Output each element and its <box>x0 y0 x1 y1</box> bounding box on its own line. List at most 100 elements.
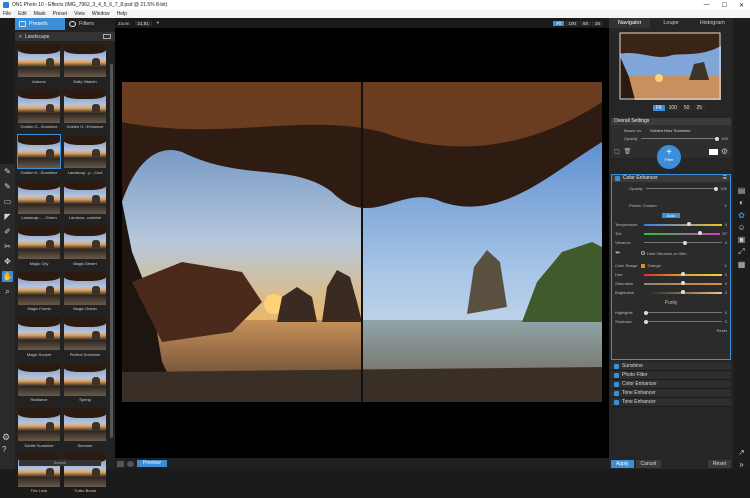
preset-thumbnail[interactable]: Magic Sunset <box>17 317 61 362</box>
slider-knob[interactable] <box>687 222 691 226</box>
preset-thumbnail[interactable]: Landsca...unshine <box>63 181 107 226</box>
effects-icon[interactable]: ✿ <box>736 211 747 220</box>
preset-thumbnail[interactable]: Landscap...p - Cool <box>63 135 107 180</box>
preset-thumbnail[interactable]: Golden G...Sunshine <box>17 90 61 135</box>
preset-thumbnail[interactable]: Subtle Sunshine <box>17 408 61 453</box>
auto-button[interactable]: Auto <box>662 213 680 218</box>
trash-icon[interactable]: 🗑 <box>624 148 632 155</box>
grid-view-icon[interactable] <box>103 34 111 39</box>
filter-stack-item[interactable]: Color Enhancer <box>611 380 731 389</box>
collapse-icon[interactable]: » <box>736 460 747 469</box>
cancel-button[interactable]: Cancel <box>636 460 662 468</box>
mask-view-icon[interactable] <box>117 461 124 467</box>
brush-alt-icon[interactable]: ✎ <box>2 181 13 192</box>
zoom-100-button[interactable]: 100 <box>565 21 579 26</box>
save-preset-icon[interactable]: ▢ <box>614 148 620 155</box>
based-on-value[interactable]: Golden Hour Sunshine <box>650 128 690 133</box>
close-button[interactable]: ✕ <box>739 2 744 9</box>
filter-toggle[interactable] <box>614 382 619 387</box>
minimize-button[interactable]: — <box>704 2 710 9</box>
overall-opacity-slider[interactable] <box>641 138 719 139</box>
menu-mask[interactable]: Mask <box>34 11 46 17</box>
menu-edit[interactable]: Edit <box>18 11 27 17</box>
mask-swatch[interactable] <box>709 149 718 155</box>
ce-opacity-slider[interactable] <box>646 188 718 189</box>
clone-icon[interactable]: ✂ <box>2 241 13 252</box>
zoom-tool-icon[interactable]: ⌕ <box>2 286 13 297</box>
preset-thumbnail[interactable]: Magic City <box>17 226 61 271</box>
tab-filters[interactable]: Filters <box>65 18 115 30</box>
slider-track[interactable] <box>644 321 722 322</box>
record-icon[interactable] <box>127 461 134 467</box>
slider-knob[interactable] <box>681 272 685 276</box>
ce-reset-button[interactable]: Reset <box>717 328 727 333</box>
preset-thumbnail[interactable]: Magic Ocean <box>63 272 107 317</box>
slider-knob[interactable] <box>698 231 702 235</box>
menu-window[interactable]: Window <box>92 11 110 17</box>
nav-fit-button[interactable]: Fit <box>653 105 665 111</box>
develop-icon[interactable]: ◐ <box>736 198 747 207</box>
browse-icon[interactable]: ▤ <box>736 186 747 195</box>
slider-track[interactable] <box>644 274 722 276</box>
apply-button[interactable]: Apply <box>611 460 634 468</box>
tab-histogram[interactable]: Histogram <box>692 18 733 28</box>
pane-menu-icon[interactable]: ☰ <box>723 175 727 182</box>
preset-thumbnail[interactable]: Magic Desert <box>63 226 107 271</box>
tab-loupe[interactable]: Loupe <box>650 18 691 28</box>
filter-toggle[interactable] <box>614 400 619 405</box>
slider-knob[interactable] <box>644 320 648 324</box>
export-icon[interactable]: ▦ <box>736 260 747 269</box>
slider-knob[interactable] <box>681 290 685 294</box>
menu-preset[interactable]: Preset <box>53 11 67 17</box>
brush-icon[interactable]: ✎ <box>2 166 13 177</box>
zoom-value[interactable]: 21.51 <box>135 21 152 26</box>
slider-value[interactable]: 0 <box>725 272 727 277</box>
ce-opacity-knob[interactable] <box>714 187 718 191</box>
filter-toggle[interactable] <box>614 373 619 378</box>
tab-presets[interactable]: Presets <box>15 18 65 30</box>
nav-50-button[interactable]: 50 <box>681 105 693 111</box>
menu-file[interactable]: File <box>3 11 11 17</box>
color-enhancer-toggle[interactable] <box>615 176 620 181</box>
eyedropper-icon[interactable]: ✒ <box>615 249 621 257</box>
maximize-button[interactable]: ☐ <box>722 2 727 9</box>
slider-value[interactable]: 0 <box>725 290 727 295</box>
color-range-swatch[interactable] <box>641 264 645 268</box>
preset-thumbnail[interactable]: Golden H...Sunshine <box>17 135 61 180</box>
gradient-icon[interactable]: ▭ <box>2 196 13 207</box>
slider-track[interactable] <box>644 233 720 235</box>
chisel-icon[interactable]: ◤ <box>2 211 13 222</box>
category-header[interactable]: < Landscape <box>15 32 115 41</box>
color-range-value[interactable]: Orange <box>647 263 660 268</box>
preset-thumbnail[interactable]: Magic Forest <box>17 272 61 317</box>
filter-stack-item[interactable]: Photo Filter <box>611 371 731 380</box>
panel-gear-icon[interactable]: ⚙ <box>721 147 728 156</box>
resize-icon[interactable]: ⤢ <box>736 247 747 257</box>
preset-search-input[interactable]: Search <box>19 460 101 466</box>
tab-navigator[interactable]: Navigator <box>609 18 650 28</box>
slider-track[interactable] <box>644 283 722 285</box>
transform-icon[interactable]: ✥ <box>2 256 13 267</box>
slider-track[interactable] <box>644 312 722 313</box>
overall-opacity-value[interactable]: 100 <box>721 136 728 141</box>
filter-toggle[interactable] <box>614 364 619 369</box>
slider-value[interactable]: 0 <box>725 310 727 315</box>
zoom-fit-button[interactable]: Fit <box>553 21 564 26</box>
preset-thumbnail[interactable]: Summer <box>63 408 107 453</box>
preview-button[interactable]: Preview <box>137 460 167 467</box>
settings-gear-icon[interactable]: ⚙ <box>2 432 10 443</box>
slider-track[interactable] <box>644 224 722 226</box>
preset-thumbnail[interactable]: Spring <box>63 363 107 408</box>
slider-value[interactable]: 0 <box>725 240 727 245</box>
limit-vibrance-radio[interactable] <box>641 251 645 255</box>
ce-opacity-value[interactable]: 100 <box>720 186 727 191</box>
filter-toggle[interactable] <box>614 391 619 396</box>
slider-value[interactable]: 57 <box>723 231 727 236</box>
slider-value[interactable]: 0 <box>725 222 727 227</box>
nav-25-button[interactable]: 25 <box>693 105 705 111</box>
preset-thumbnail[interactable]: Golden H...Enhancer <box>63 90 107 135</box>
portrait-icon[interactable]: ☺ <box>736 223 747 232</box>
back-arrow-icon[interactable]: < <box>19 34 22 40</box>
share-icon[interactable]: ↗ <box>736 448 747 457</box>
zoom-dropdown-icon[interactable]: ▾ <box>157 20 159 26</box>
